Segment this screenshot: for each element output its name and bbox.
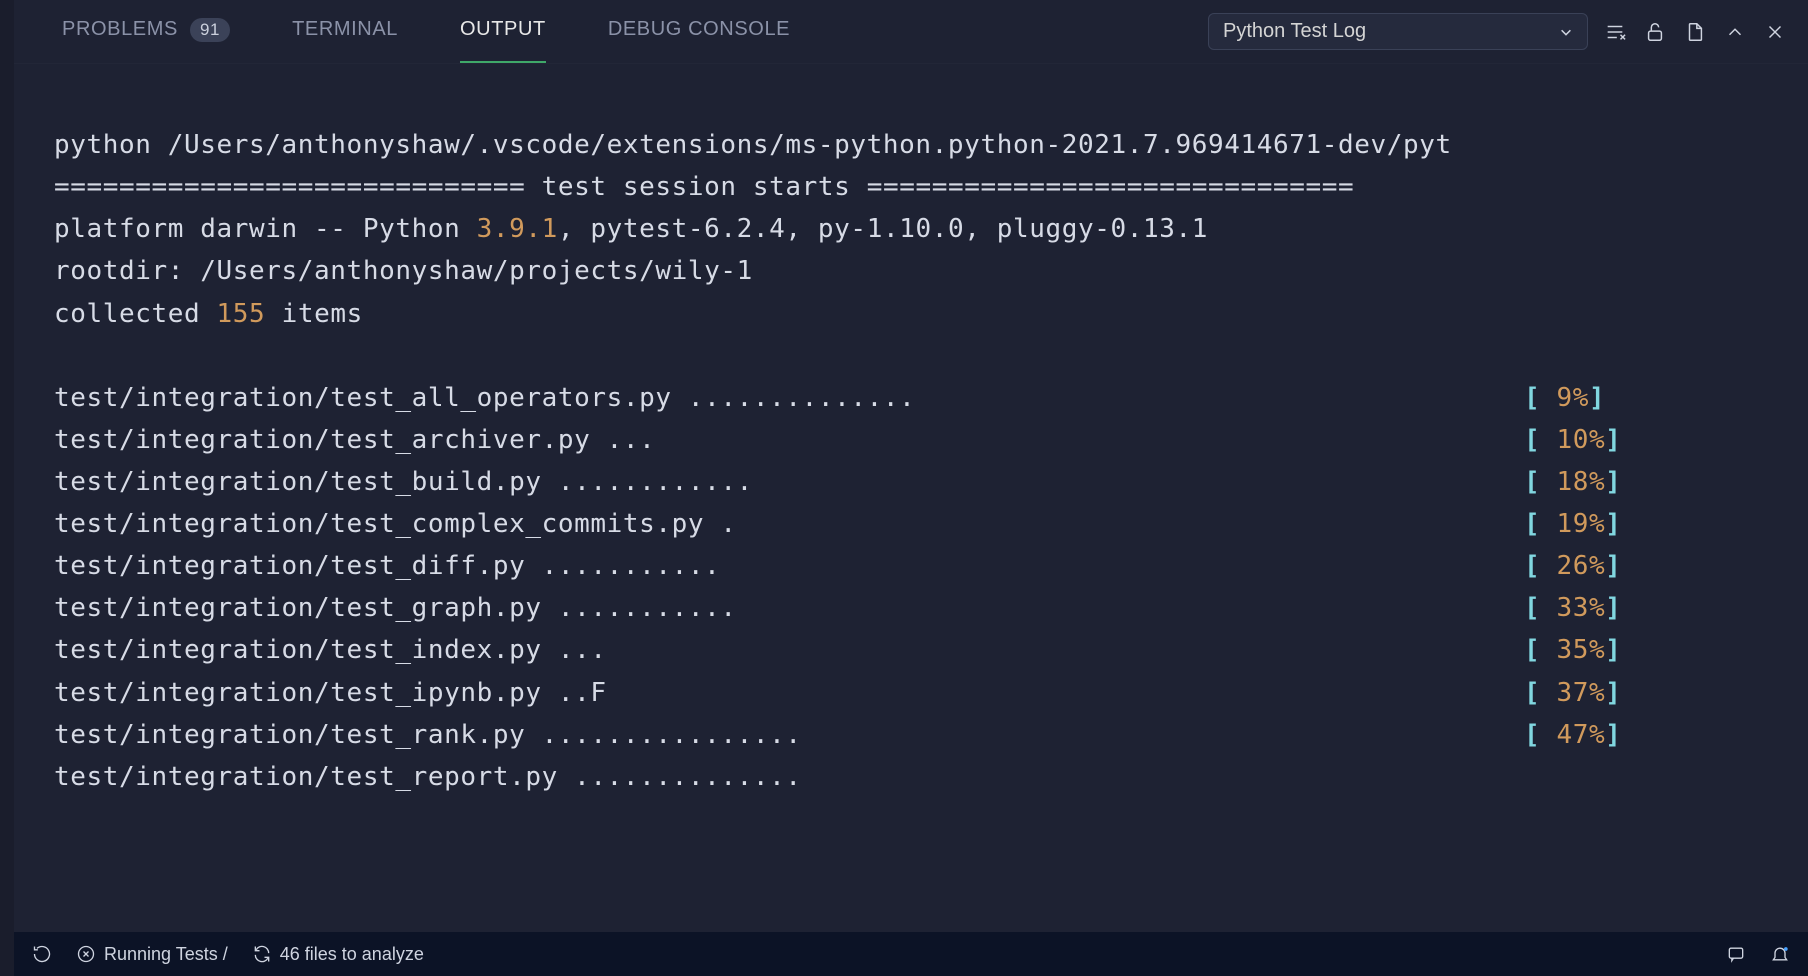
panel-tab-bar: PROBLEMS 91 TERMINAL OUTPUT DEBUG CONSOL…: [14, 0, 1808, 64]
output-channel-dropdown[interactable]: Python Test Log: [1208, 13, 1588, 50]
status-files-analyze[interactable]: 46 files to analyze: [252, 944, 424, 965]
clear-output-button[interactable]: [1602, 19, 1628, 45]
output-line: python /Users/anthonyshaw/.vscode/extens…: [54, 130, 1452, 160]
panel: PROBLEMS 91 TERMINAL OUTPUT DEBUG CONSOL…: [14, 0, 1808, 976]
status-running-tests[interactable]: Running Tests /: [76, 944, 228, 965]
test-file: test/integration/test_index.py ...: [54, 629, 1524, 671]
test-file: test/integration/test_ipynb.py ..F: [54, 672, 1524, 714]
tab-problems-label: PROBLEMS: [62, 18, 178, 41]
problems-badge: 91: [190, 18, 230, 42]
tab-terminal[interactable]: TERMINAL: [292, 18, 398, 45]
unlock-icon: [1644, 21, 1666, 43]
test-file: test/integration/test_all_operators.py .…: [54, 377, 1524, 419]
tab-terminal-label: TERMINAL: [292, 18, 398, 41]
tab-output-label: OUTPUT: [460, 18, 546, 41]
test-result-line: test/integration/test_ipynb.py ..F[ 37%]: [54, 672, 1808, 714]
test-progress: [ 18%]: [1524, 461, 1622, 503]
test-file: test/integration/test_complex_commits.py…: [54, 503, 1524, 545]
tab-problems[interactable]: PROBLEMS 91: [62, 18, 230, 46]
test-result-line: test/integration/test_diff.py ..........…: [54, 545, 1808, 587]
test-result-line: test/integration/test_archiver.py ...[ 1…: [54, 419, 1808, 461]
test-file: test/integration/test_build.py .........…: [54, 461, 1524, 503]
output-line: collected 155 items: [54, 299, 363, 329]
activity-bar-gutter: [0, 0, 14, 976]
status-history-button[interactable]: [32, 944, 52, 964]
tab-output[interactable]: OUTPUT: [460, 18, 546, 45]
chevron-up-icon: [1724, 21, 1746, 43]
test-file: test/integration/test_rank.py ..........…: [54, 714, 1524, 756]
test-progress: [ 37%]: [1524, 672, 1622, 714]
test-file: test/integration/test_graph.py .........…: [54, 587, 1524, 629]
status-feedback-button[interactable]: [1726, 944, 1746, 964]
maximize-panel-button[interactable]: [1722, 19, 1748, 45]
panel-tabs: PROBLEMS 91 TERMINAL OUTPUT DEBUG CONSOL…: [62, 18, 1192, 46]
panel-actions: Python Test Log: [1208, 13, 1788, 50]
status-files-analyze-label: 46 files to analyze: [280, 944, 424, 965]
output-channel-selected: Python Test Log: [1223, 20, 1366, 43]
open-log-button[interactable]: [1682, 19, 1708, 45]
test-progress: [ 9%]: [1524, 377, 1605, 419]
test-results: test/integration/test_all_operators.py .…: [54, 377, 1808, 798]
test-progress: [ 19%]: [1524, 503, 1622, 545]
test-progress: [ 10%]: [1524, 419, 1622, 461]
bell-icon: [1770, 944, 1790, 964]
test-progress: [ 26%]: [1524, 545, 1622, 587]
test-result-line: test/integration/test_complex_commits.py…: [54, 503, 1808, 545]
tab-debug-label: DEBUG CONSOLE: [608, 18, 790, 41]
tab-debug-console[interactable]: DEBUG CONSOLE: [608, 18, 790, 45]
status-notifications-button[interactable]: [1770, 944, 1790, 964]
test-file: test/integration/test_report.py ........…: [54, 756, 1524, 798]
file-icon: [1684, 21, 1706, 43]
test-file: test/integration/test_archiver.py ...: [54, 419, 1524, 461]
test-result-line: test/integration/test_graph.py .........…: [54, 587, 1808, 629]
output-content[interactable]: python /Users/anthonyshaw/.vscode/extens…: [14, 64, 1808, 976]
chevron-down-icon: [1559, 25, 1573, 39]
feedback-icon: [1726, 944, 1746, 964]
status-running-tests-label: Running Tests /: [104, 944, 228, 965]
output-line: rootdir: /Users/anthonyshaw/projects/wil…: [54, 256, 753, 286]
output-line: ============================= test sessi…: [54, 172, 1354, 202]
close-circle-icon: [76, 944, 96, 964]
history-icon: [32, 944, 52, 964]
test-result-line: test/integration/test_build.py .........…: [54, 461, 1808, 503]
close-panel-button[interactable]: [1762, 19, 1788, 45]
lock-scroll-button[interactable]: [1642, 19, 1668, 45]
test-result-line: test/integration/test_report.py ........…: [54, 756, 1808, 798]
output-line: platform darwin -- Python 3.9.1, pytest-…: [54, 214, 1208, 244]
test-file: test/integration/test_diff.py ..........…: [54, 545, 1524, 587]
test-progress: [ 35%]: [1524, 629, 1622, 671]
test-result-line: test/integration/test_rank.py ..........…: [54, 714, 1808, 756]
test-result-line: test/integration/test_index.py ...[ 35%]: [54, 629, 1808, 671]
close-icon: [1764, 21, 1786, 43]
clear-icon: [1604, 21, 1626, 43]
test-result-line: test/integration/test_all_operators.py .…: [54, 377, 1808, 419]
refresh-icon: [252, 944, 272, 964]
status-bar: Running Tests / 46 files to analyze: [14, 932, 1808, 976]
test-progress: [ 33%]: [1524, 587, 1622, 629]
test-progress: [ 47%]: [1524, 714, 1622, 756]
